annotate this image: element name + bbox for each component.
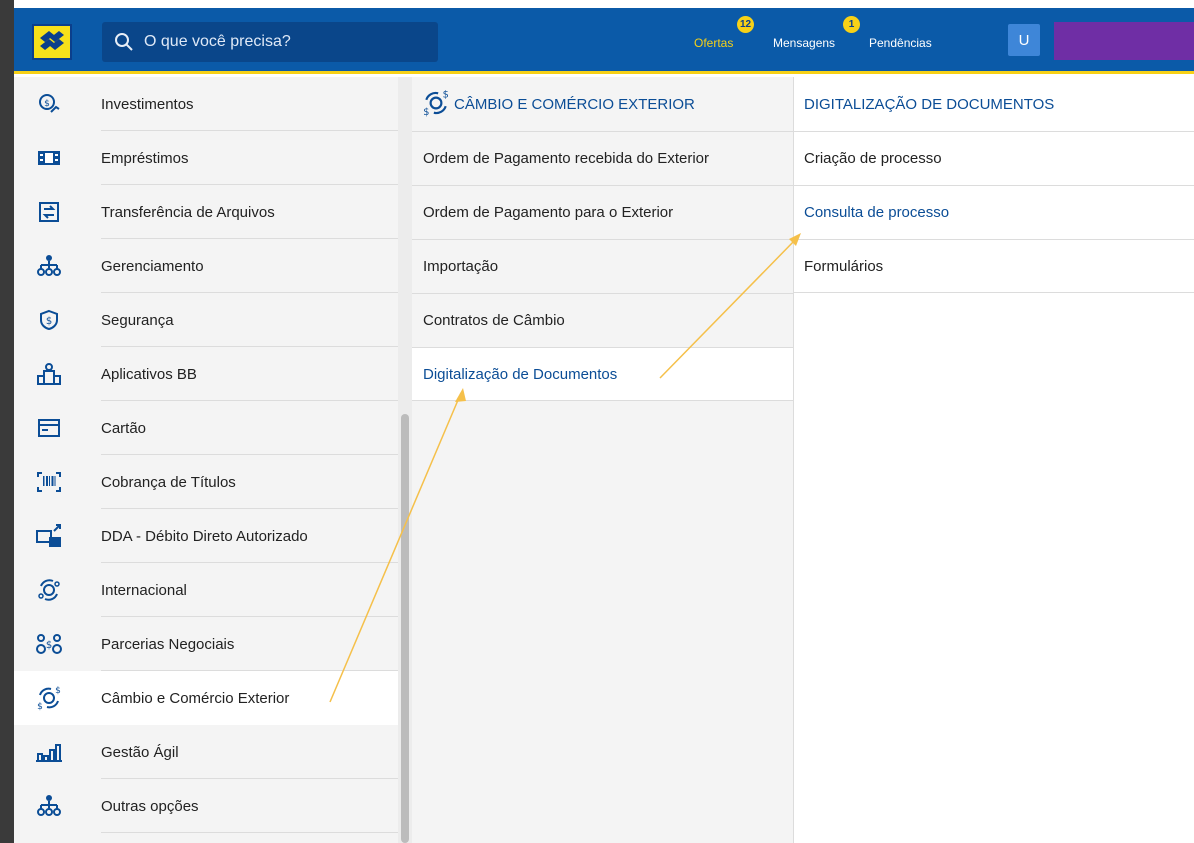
sidebar-item-gerenciamento[interactable]: Gerenciamento bbox=[14, 239, 398, 293]
subsubmenu-header: DIGITALIZAÇÃO DE DOCUMENTOS bbox=[794, 77, 1194, 131]
card-icon bbox=[36, 415, 62, 441]
submenu-item-label: Ordem de Pagamento recebida do Exterior bbox=[423, 150, 709, 167]
sidebar-item-parcerias[interactable]: $ Parcerias Negociais bbox=[14, 617, 398, 671]
sidebar-item-label: Aplicativos BB bbox=[101, 365, 197, 383]
submenu-item-label: Digitalização de Documentos bbox=[423, 365, 618, 383]
pendencias-link[interactable]: Pendências bbox=[869, 36, 932, 50]
subsubmenu-item-formularios[interactable]: Formulários bbox=[794, 239, 1194, 293]
subsubmenu-item-label: Formulários bbox=[804, 257, 884, 275]
other-options-icon bbox=[36, 793, 62, 819]
svg-text:$: $ bbox=[443, 90, 449, 101]
sidebar-item-seguranca[interactable]: $ Segurança bbox=[14, 293, 398, 347]
subsubmenu-item-criacao[interactable]: Criação de processo bbox=[794, 131, 1194, 185]
exchange-icon: $ $ bbox=[422, 89, 452, 119]
user-avatar-button[interactable]: U bbox=[1008, 24, 1040, 56]
svg-text:$: $ bbox=[46, 640, 52, 651]
loan-icon bbox=[36, 145, 62, 171]
svg-text:$: $ bbox=[55, 686, 61, 696]
mensagens-badge: 1 bbox=[843, 16, 860, 33]
submenu-title: CÂMBIO E COMÉRCIO EXTERIOR bbox=[454, 95, 695, 113]
subsubmenu-title: DIGITALIZAÇÃO DE DOCUMENTOS bbox=[804, 95, 1055, 113]
subsubmenu-item-consulta[interactable]: Consulta de processo bbox=[794, 185, 1194, 239]
bb-logo-icon bbox=[40, 31, 64, 50]
svg-text:$: $ bbox=[37, 702, 43, 711]
partners-icon: $ bbox=[36, 631, 62, 657]
sidebar-item-cambio[interactable]: $ $ Câmbio e Comércio Exterior bbox=[14, 671, 398, 725]
search-placeholder: O que você precisa? bbox=[144, 33, 291, 50]
sidebar-item-cartao[interactable]: Cartão bbox=[14, 401, 398, 455]
dda-icon bbox=[36, 523, 62, 549]
ofertas-link[interactable]: Ofertas bbox=[694, 36, 733, 50]
app-frame: O que você precisa? 12 Ofertas 1 Mensage… bbox=[0, 0, 1194, 843]
svg-text:$: $ bbox=[46, 316, 52, 327]
sidebar-item-label: Cobrança de Títulos bbox=[101, 473, 236, 491]
submenu-item[interactable]: Ordem de Pagamento para o Exterior bbox=[412, 185, 793, 239]
submenu-item-label: Importação bbox=[423, 258, 499, 275]
globe-icon bbox=[36, 577, 62, 603]
sidebar-item-emprestimos[interactable]: Empréstimos bbox=[14, 131, 398, 185]
barcode-icon bbox=[36, 469, 62, 495]
apps-icon bbox=[36, 361, 62, 387]
user-name-bar[interactable] bbox=[1054, 22, 1194, 60]
submenu-item[interactable]: Ordem de Pagamento recebida do Exterior bbox=[412, 131, 793, 185]
sidebar-item-label: Outras opções bbox=[101, 797, 199, 815]
submenu-item-label: Ordem de Pagamento para o Exterior bbox=[423, 204, 674, 221]
mensagens-link[interactable]: Mensagens bbox=[773, 36, 835, 50]
sidebar-item-label: Gestão Ágil bbox=[101, 743, 179, 761]
sidebar-item-label: Câmbio e Comércio Exterior bbox=[101, 689, 290, 707]
svg-text:$: $ bbox=[44, 99, 50, 109]
submenu-item-label: Contratos de Câmbio bbox=[423, 312, 565, 329]
sidebar-menu: $ Investimentos Empréstimos Transferênci… bbox=[14, 77, 398, 843]
sidebar-item-transferencia[interactable]: Transferência de Arquivos bbox=[14, 185, 398, 239]
window-left-border bbox=[0, 0, 14, 843]
divider bbox=[101, 832, 398, 833]
security-shield-icon: $ bbox=[36, 307, 62, 333]
sidebar-item-gestao-agil[interactable]: Gestão Ágil bbox=[14, 725, 398, 779]
sidebar-item-outras-opcoes[interactable]: Outras opções bbox=[14, 779, 398, 833]
submenu-header: $ $ CÂMBIO E COMÉRCIO EXTERIOR bbox=[412, 77, 793, 131]
investment-icon: $ bbox=[36, 91, 62, 117]
sidebar-item-investimentos[interactable]: $ Investimentos bbox=[14, 77, 398, 131]
exchange-icon: $ $ bbox=[36, 685, 62, 711]
submenu-digitalizacao: DIGITALIZAÇÃO DE DOCUMENTOS Criação de p… bbox=[794, 77, 1194, 843]
sidebar-item-label: Investimentos bbox=[101, 95, 194, 113]
search-box[interactable]: O que você precisa? bbox=[102, 22, 438, 62]
sidebar-item-label: Empréstimos bbox=[101, 149, 189, 167]
sidebar-scrollbar-thumb[interactable] bbox=[401, 414, 409, 843]
sidebar-item-label: Parcerias Negociais bbox=[101, 635, 235, 653]
sidebar-item-label: Cartão bbox=[101, 419, 147, 437]
submenu-cambio: $ $ CÂMBIO E COMÉRCIO EXTERIOR Ordem de P… bbox=[412, 77, 794, 843]
submenu-item[interactable]: Importação bbox=[412, 239, 793, 293]
sidebar-item-label: DDA - Débito Direto Autorizado bbox=[101, 527, 308, 545]
svg-text:$: $ bbox=[423, 107, 429, 117]
subsubmenu-item-label: Criação de processo bbox=[804, 150, 942, 167]
submenu-item[interactable]: Contratos de Câmbio bbox=[412, 293, 793, 347]
sidebar-item-internacional[interactable]: Internacional bbox=[14, 563, 398, 617]
file-transfer-icon bbox=[36, 199, 62, 225]
sidebar-item-cobranca[interactable]: Cobrança de Títulos bbox=[14, 455, 398, 509]
top-bar: O que você precisa? 12 Ofertas 1 Mensage… bbox=[14, 8, 1194, 74]
chart-bars-icon bbox=[36, 739, 62, 765]
sidebar-item-label: Gerenciamento bbox=[101, 257, 204, 275]
sidebar-item-aplicativos[interactable]: Aplicativos BB bbox=[14, 347, 398, 401]
subsubmenu-item-label: Consulta de processo bbox=[804, 204, 950, 221]
search-icon bbox=[115, 33, 133, 51]
ofertas-badge: 12 bbox=[737, 16, 754, 33]
sidebar-item-label: Transferência de Arquivos bbox=[101, 203, 275, 221]
management-icon bbox=[36, 253, 62, 279]
sidebar-item-label: Internacional bbox=[101, 581, 187, 599]
submenu-item-digitalizacao[interactable]: Digitalização de Documentos bbox=[412, 347, 793, 401]
bb-logo[interactable] bbox=[32, 24, 72, 60]
sidebar-item-label: Segurança bbox=[101, 311, 174, 329]
sidebar-item-dda[interactable]: DDA - Débito Direto Autorizado bbox=[14, 509, 398, 563]
